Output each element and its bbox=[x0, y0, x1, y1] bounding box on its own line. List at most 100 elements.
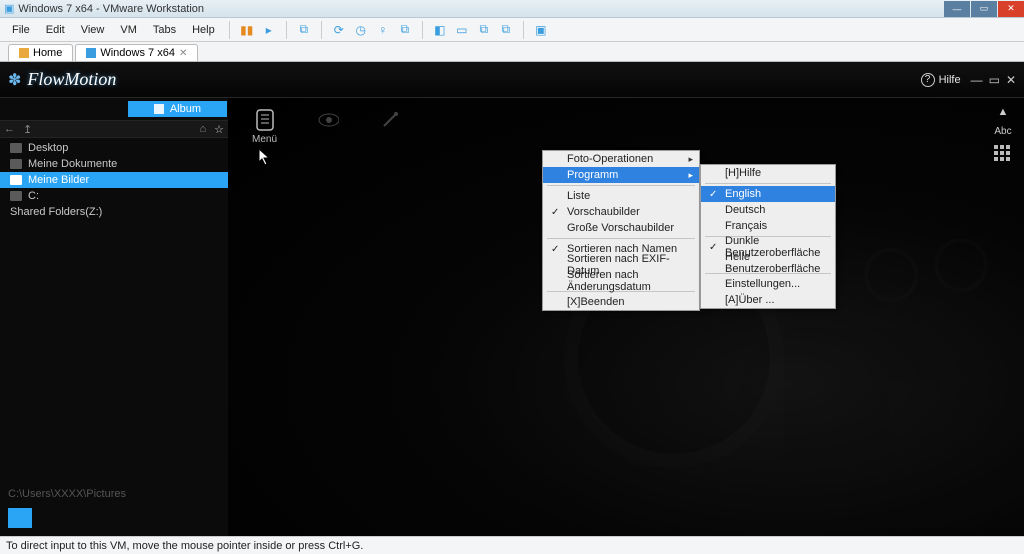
open-folder-button[interactable] bbox=[8, 508, 32, 528]
menu-separator bbox=[547, 238, 695, 239]
vmware-title-bar: ▣ Windows 7 x64 - VMware Workstation — ▭… bbox=[0, 0, 1024, 18]
context-menu-main: Foto-Operationen Programm Liste Vorschau… bbox=[542, 150, 700, 311]
toolbar-divider bbox=[229, 21, 230, 39]
tree-label: C: bbox=[28, 190, 39, 202]
menu-item-sort-modified[interactable]: Sortieren nach Änderungsdatum bbox=[543, 273, 699, 289]
menu-item-label: Deutsch bbox=[725, 204, 765, 216]
menu-item-beenden[interactable]: [X]Beenden bbox=[543, 294, 699, 310]
play-icon[interactable]: ▸ bbox=[260, 21, 278, 39]
menu-item-english[interactable]: English bbox=[701, 186, 835, 202]
menu-item-francais[interactable]: Français bbox=[701, 218, 835, 234]
window-close-button[interactable]: ✕ bbox=[998, 1, 1024, 17]
help-label: Hilfe bbox=[939, 74, 961, 86]
menu-separator bbox=[705, 183, 831, 184]
menu-item-ueber[interactable]: [A]Über ... bbox=[701, 292, 835, 308]
context-menu-programm: [H]Hilfe English Deutsch Français Dunkle… bbox=[700, 164, 836, 309]
menu-item-einstellungen[interactable]: Einstellungen... bbox=[701, 276, 835, 292]
tab-windows7[interactable]: Windows 7 x64 ✕ bbox=[75, 44, 198, 61]
pause-icon[interactable]: ▮▮ bbox=[238, 21, 256, 39]
menu-view[interactable]: View bbox=[75, 22, 111, 38]
tool-icon[interactable]: ◷ bbox=[352, 21, 370, 39]
tree-item-desktop[interactable]: Desktop bbox=[0, 140, 228, 156]
folder-icon bbox=[10, 159, 22, 169]
fullscreen-icon[interactable]: ▣ bbox=[532, 21, 550, 39]
menu-item-light-ui[interactable]: Helle Benutzeroberfläche bbox=[701, 255, 835, 271]
menu-item-hilfe[interactable]: [H]Hilfe bbox=[701, 165, 835, 181]
menu-item-label: [H]Hilfe bbox=[725, 167, 761, 179]
menu-tool[interactable]: Menü bbox=[252, 108, 277, 145]
menu-vm[interactable]: VM bbox=[114, 22, 143, 38]
tool-icon[interactable]: ⧉ bbox=[396, 21, 414, 39]
album-button[interactable]: Album bbox=[128, 101, 227, 117]
menu-item-label: Große Vorschaubilder bbox=[567, 222, 674, 234]
menu-item-label: Sortieren nach Änderungsdatum bbox=[567, 269, 681, 293]
menu-item-programm[interactable]: Programm bbox=[543, 167, 699, 183]
tool-icon[interactable]: ♀ bbox=[374, 21, 392, 39]
favorite-icon[interactable]: ☆ bbox=[214, 123, 224, 136]
drive-icon bbox=[10, 191, 22, 201]
menu-item-liste[interactable]: Liste bbox=[543, 188, 699, 204]
flowmotion-header: ✽ FlowMotion ? Hilfe — ▭ ✕ bbox=[0, 62, 1024, 98]
main-view: Menü ▲ Abc bbox=[228, 98, 1024, 536]
menu-item-label: Einstellungen... bbox=[725, 278, 800, 290]
tool-icon[interactable]: ⟳ bbox=[330, 21, 348, 39]
album-icon bbox=[154, 104, 164, 114]
tree-label: Meine Bilder bbox=[28, 174, 89, 186]
tab-home[interactable]: Home bbox=[8, 44, 73, 61]
layout-icon[interactable]: ◧ bbox=[431, 21, 449, 39]
tab-close-icon[interactable]: ✕ bbox=[179, 48, 187, 59]
menu-item-label: English bbox=[725, 188, 761, 200]
tree-item-shared[interactable]: Shared Folders(Z:) bbox=[0, 204, 228, 220]
window-minimize-button[interactable]: — bbox=[944, 1, 970, 17]
menu-edit[interactable]: Edit bbox=[40, 22, 71, 38]
vmware-menu-bar: File Edit View VM Tabs Help ▮▮ ▸ ⧉ ⟳ ◷ ♀… bbox=[0, 18, 1024, 42]
tree-label: Meine Dokumente bbox=[28, 158, 117, 170]
layout-icon[interactable]: ⧉ bbox=[497, 21, 515, 39]
menu-item-deutsch[interactable]: Deutsch bbox=[701, 202, 835, 218]
help-button[interactable]: ? Hilfe bbox=[921, 73, 961, 87]
tab-label: Windows 7 x64 bbox=[100, 47, 175, 59]
eye-icon bbox=[317, 108, 339, 132]
mouse-cursor bbox=[258, 148, 272, 166]
vmware-app-icon: ▣ bbox=[4, 2, 14, 15]
menu-file[interactable]: File bbox=[6, 22, 36, 38]
app-close-button[interactable]: ✕ bbox=[1006, 73, 1016, 87]
abc-button[interactable]: Abc bbox=[994, 126, 1011, 137]
menu-tabs[interactable]: Tabs bbox=[147, 22, 182, 38]
menu-item-grosse-vorschau[interactable]: Große Vorschaubilder bbox=[543, 220, 699, 236]
menu-item-label: Foto-Operationen bbox=[567, 153, 653, 165]
app-maximize-button[interactable]: ▭ bbox=[989, 73, 1000, 87]
menu-icon bbox=[254, 108, 276, 132]
menu-help[interactable]: Help bbox=[186, 22, 221, 38]
layout-icon[interactable]: ▭ bbox=[453, 21, 471, 39]
album-label: Album bbox=[170, 103, 201, 115]
snapshot-icon[interactable]: ⧉ bbox=[295, 21, 313, 39]
nav-home-icon[interactable]: ⌂ bbox=[199, 123, 206, 135]
home-icon bbox=[19, 48, 29, 58]
eye-tool[interactable] bbox=[317, 108, 339, 145]
menu-item-vorschaubilder[interactable]: Vorschaubilder bbox=[543, 204, 699, 220]
menu-item-foto-operationen[interactable]: Foto-Operationen bbox=[543, 151, 699, 167]
flowmotion-logo-icon: ✽ bbox=[8, 70, 21, 90]
nav-up-icon[interactable]: ↥ bbox=[23, 123, 32, 136]
menu-item-label: Français bbox=[725, 220, 767, 232]
folder-icon bbox=[10, 143, 22, 153]
tree-item-c-drive[interactable]: C: bbox=[0, 188, 228, 204]
tree-label: Desktop bbox=[28, 142, 68, 154]
app-minimize-button[interactable]: — bbox=[971, 73, 983, 87]
sidebar: Album ← ↥ ⌂ ☆ Desktop Meine Dokumente Me… bbox=[0, 98, 228, 536]
menu-item-label: [X]Beenden bbox=[567, 296, 625, 308]
nav-back-icon[interactable]: ← bbox=[4, 123, 15, 135]
up-arrow-icon[interactable]: ▲ bbox=[998, 106, 1009, 118]
vmware-tab-bar: Home Windows 7 x64 ✕ bbox=[0, 42, 1024, 62]
tree-item-documents[interactable]: Meine Dokumente bbox=[0, 156, 228, 172]
menu-item-label: Liste bbox=[567, 190, 590, 202]
menu-item-label: Vorschaubilder bbox=[567, 206, 640, 218]
toolbar-divider bbox=[321, 21, 322, 39]
layout-icon[interactable]: ⧉ bbox=[475, 21, 493, 39]
wand-icon bbox=[379, 108, 401, 132]
window-maximize-button[interactable]: ▭ bbox=[971, 1, 997, 17]
wand-tool[interactable] bbox=[379, 108, 401, 145]
grid-view-icon[interactable] bbox=[994, 145, 1012, 163]
tree-item-pictures[interactable]: Meine Bilder bbox=[0, 172, 228, 188]
